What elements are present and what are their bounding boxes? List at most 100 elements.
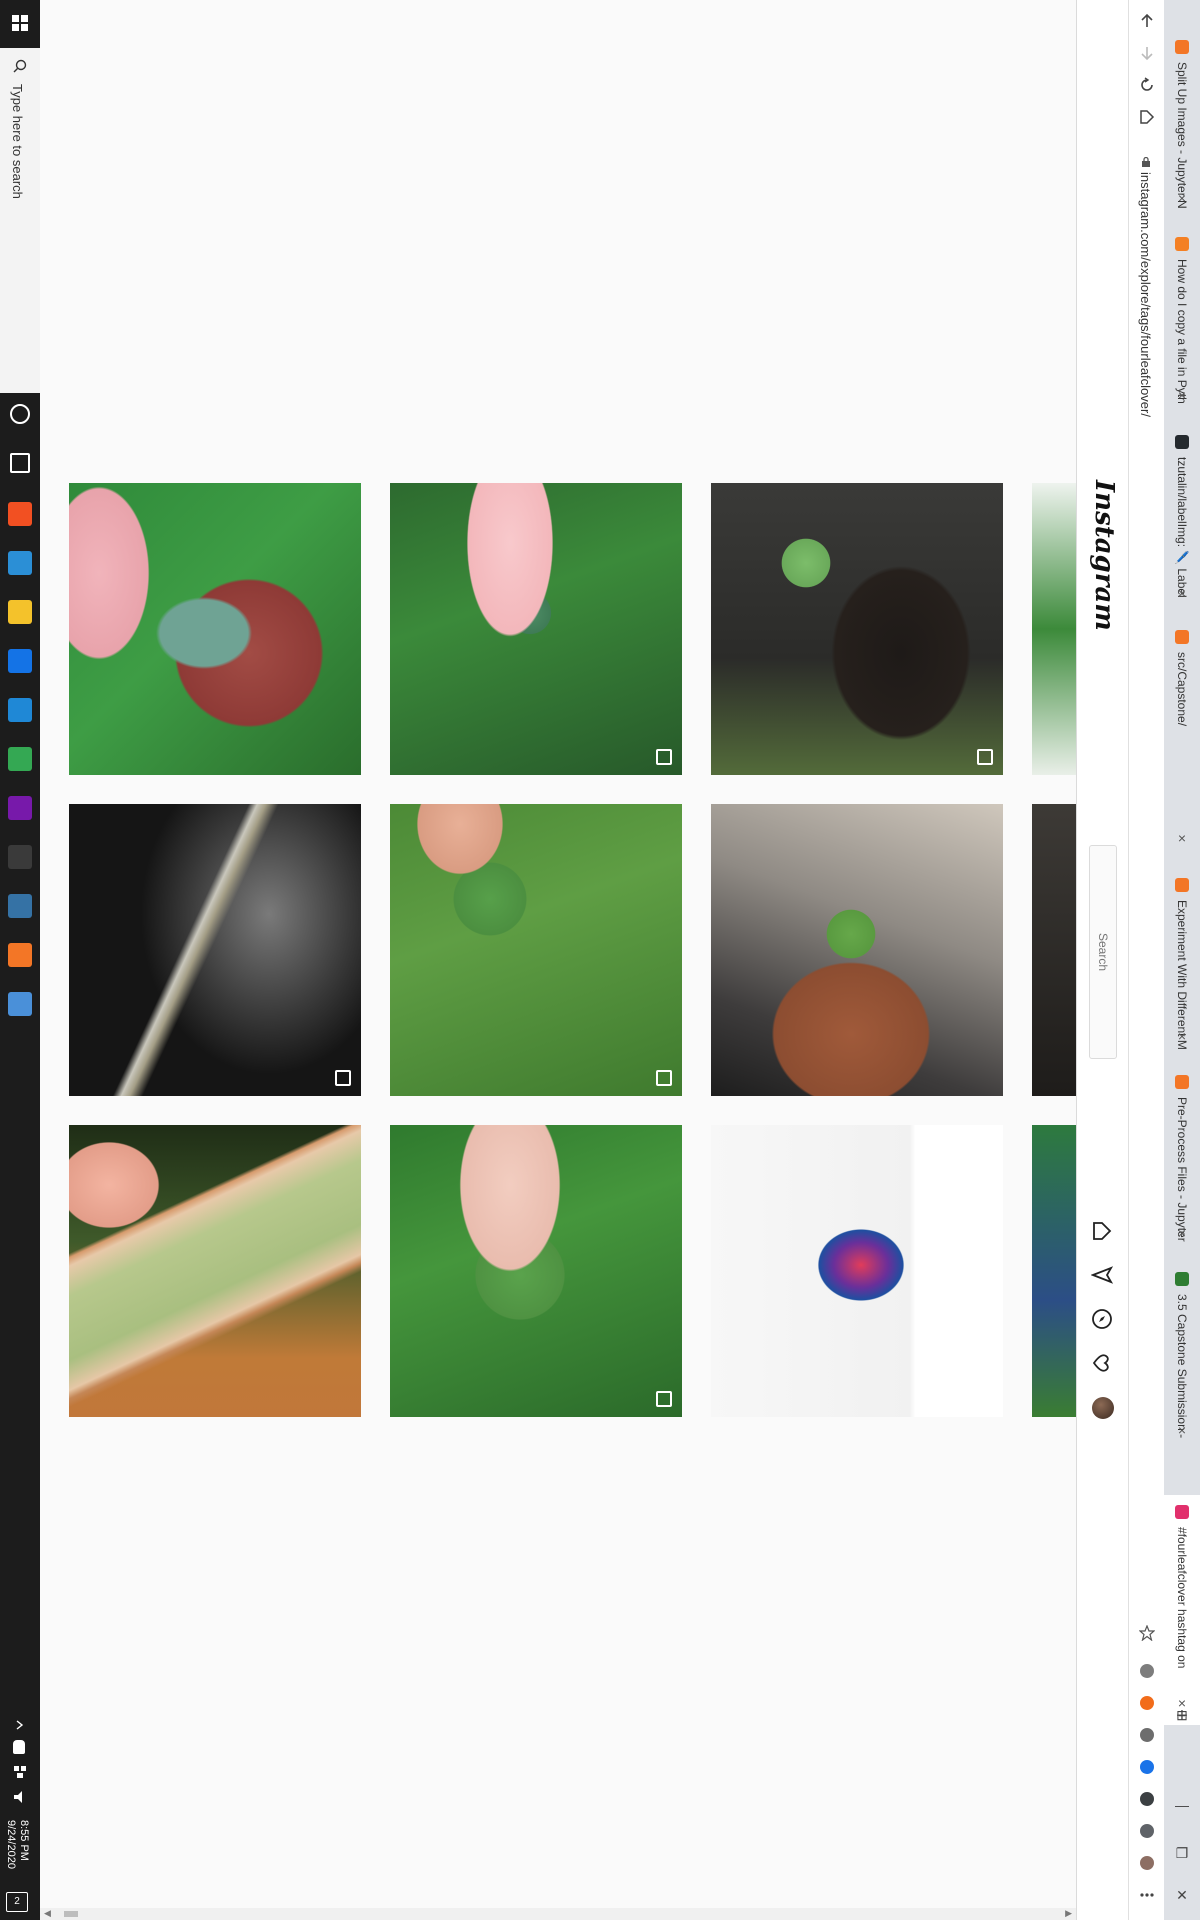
browser-tab[interactable]: src/Capstone/ ×: [1164, 620, 1200, 860]
multiple-posts-icon: [656, 749, 672, 765]
tab-close-icon[interactable]: ×: [1174, 830, 1190, 846]
instagram-explore-page: [40, 0, 1076, 1920]
scrollbar-thumb[interactable]: [64, 1911, 78, 1917]
tab-favicon-icon: [1175, 1075, 1189, 1089]
tile-partial-dark[interactable]: [1032, 804, 1076, 1096]
tile-partial-grass[interactable]: [1032, 1125, 1076, 1417]
b-extension-icon[interactable]: [1140, 1760, 1154, 1774]
tile-puppy-clover[interactable]: [711, 483, 1003, 775]
tile-hand-clover-grass[interactable]: [390, 483, 682, 775]
home-button-icon[interactable]: [1136, 106, 1158, 128]
restore-icon[interactable]: ❐: [1173, 1844, 1191, 1862]
instagram-navbar: Instagram: [1076, 0, 1129, 1920]
tab-close-icon[interactable]: ×: [1174, 585, 1190, 601]
heart-activity-icon[interactable]: [1090, 1351, 1114, 1375]
tile-hand-clover-patch[interactable]: [390, 1125, 682, 1417]
screenshot-extension-icon[interactable]: [1140, 1792, 1154, 1806]
url-text: instagram.com/explore/tags/fourleafclove…: [1138, 172, 1153, 417]
notification-count: 2: [14, 1896, 20, 1907]
dark-mode-extension-icon[interactable]: [1140, 1728, 1154, 1742]
scroll-left-icon[interactable]: ◀: [44, 1908, 51, 1919]
taskbar-search-placeholder: Type here to search: [10, 84, 25, 199]
browser-tab[interactable]: Experiment With Different M ×: [1164, 868, 1200, 1058]
explore-compass-icon[interactable]: [1090, 1307, 1114, 1331]
taskbar-search-box[interactable]: Type here to search: [0, 48, 40, 393]
chrome-icon[interactable]: [8, 747, 32, 771]
tile-brooch-dark[interactable]: [69, 804, 361, 1096]
browser-tab[interactable]: Pre-Process Files - Jupyter ×: [1164, 1065, 1200, 1255]
browser-tab[interactable]: #fourleafclover hashtag on ×: [1164, 1495, 1200, 1725]
bookmark-star-icon[interactable]: [1136, 1622, 1158, 1644]
jupyter-icon[interactable]: [8, 943, 32, 967]
direct-message-icon[interactable]: [1090, 1263, 1114, 1287]
profile-avatar-icon[interactable]: [1140, 1856, 1154, 1870]
honey-extension-icon[interactable]: [1140, 1696, 1154, 1710]
tab-favicon-icon: [1175, 237, 1189, 251]
browser-tab[interactable]: How do I copy a file in Pyth ×: [1164, 227, 1200, 417]
multiple-posts-icon: [977, 1391, 993, 1407]
grammarly-extension-icon[interactable]: [1140, 1664, 1154, 1678]
minimize-icon[interactable]: —: [1173, 1796, 1191, 1814]
tab-favicon-icon: [1175, 40, 1189, 54]
instagram-logo[interactable]: Instagram: [1089, 480, 1119, 631]
scroll-right-icon[interactable]: ▶: [1065, 1908, 1072, 1919]
chevron-up-icon[interactable]: [13, 1718, 27, 1732]
windows-taskbar: Type here to search 8:55 PM 9/24/2020 2: [0, 0, 40, 1920]
tile-pressed-clover-frame[interactable]: [69, 1125, 361, 1417]
tab-favicon-icon: [1175, 435, 1189, 449]
back-arrow-icon[interactable]: [1136, 10, 1158, 32]
edge-icon[interactable]: [8, 551, 32, 575]
tab-search-icon[interactable]: ⊟: [1173, 1706, 1191, 1724]
multiple-posts-icon: [335, 1070, 351, 1086]
tab-close-icon[interactable]: ×: [1174, 190, 1190, 206]
taskbar-clock[interactable]: 8:55 PM 9/24/2020: [4, 1820, 30, 1869]
task-view-icon[interactable]: [10, 453, 30, 473]
calculator-icon[interactable]: [8, 992, 32, 1016]
visual-studio-code-icon[interactable]: [8, 698, 32, 722]
python-icon[interactable]: [8, 894, 32, 918]
tab-title: #fourleafclover hashtag on: [1175, 1527, 1189, 1669]
instagram-search-box[interactable]: [1089, 845, 1117, 1059]
lock-icon[interactable]: [1141, 154, 1151, 167]
cortana-icon[interactable]: [10, 404, 30, 424]
puzzle-extensions-icon[interactable]: [1140, 1824, 1154, 1838]
tab-close-icon[interactable]: ×: [1174, 1225, 1190, 1241]
more-menu-icon[interactable]: [1136, 1884, 1158, 1906]
tab-close-icon[interactable]: ×: [1174, 387, 1190, 403]
onedrive-icon[interactable]: [13, 1740, 25, 1754]
photoshop-icon[interactable]: [8, 649, 32, 673]
close-window-icon[interactable]: ✕: [1173, 1886, 1191, 1904]
action-center-icon[interactable]: 2: [6, 1892, 28, 1912]
horizontal-scrollbar[interactable]: ◀ ▶: [40, 1908, 1076, 1920]
instagram-search-input[interactable]: [1090, 846, 1116, 1058]
tab-close-icon[interactable]: ×: [1174, 1028, 1190, 1044]
windows-start-button[interactable]: [0, 0, 40, 46]
multiple-posts-icon: [656, 1391, 672, 1407]
browser-tab[interactable]: tzutalin/labelImg: 🖊️ Label ×: [1164, 425, 1200, 615]
file-explorer-icon[interactable]: [8, 600, 32, 624]
tile-dog-with-clover[interactable]: [69, 483, 361, 775]
tile-clover-close-grass[interactable]: [390, 804, 682, 1096]
clock-date: 9/24/2020: [5, 1820, 17, 1869]
tile-partial-clover-1[interactable]: [1032, 483, 1076, 775]
home-icon[interactable]: [1090, 1219, 1114, 1243]
browser-tab[interactable]: Split Up Images - Jupyter N ×: [1164, 30, 1200, 220]
forward-arrow-icon[interactable]: [1136, 42, 1158, 64]
volume-icon[interactable]: [13, 1790, 27, 1804]
tab-close-icon[interactable]: ×: [1174, 1422, 1190, 1438]
search-icon: [13, 59, 27, 73]
microsoft-store-icon[interactable]: [8, 502, 32, 526]
tab-strip: Split Up Images - Jupyter N × How do I cop…: [1164, 0, 1200, 1920]
address-bar[interactable]: instagram.com/explore/tags/fourleafclove…: [1132, 150, 1160, 1630]
multiple-posts-icon: [977, 749, 993, 765]
clock-time: 8:55 PM: [18, 1820, 30, 1861]
tile-album-cover[interactable]: [711, 1125, 1003, 1417]
onenote-icon[interactable]: [8, 796, 32, 820]
tile-hand-clover-car[interactable]: [711, 804, 1003, 1096]
network-icon[interactable]: [13, 1765, 27, 1779]
system-tray: 8:55 PM 9/24/2020 2: [0, 1670, 40, 1920]
kindle-icon[interactable]: [8, 845, 32, 869]
profile-avatar[interactable]: [1092, 1397, 1114, 1419]
reload-icon[interactable]: [1136, 74, 1158, 96]
browser-tab[interactable]: 3.5 Capstone Submission - ×: [1164, 1262, 1200, 1452]
